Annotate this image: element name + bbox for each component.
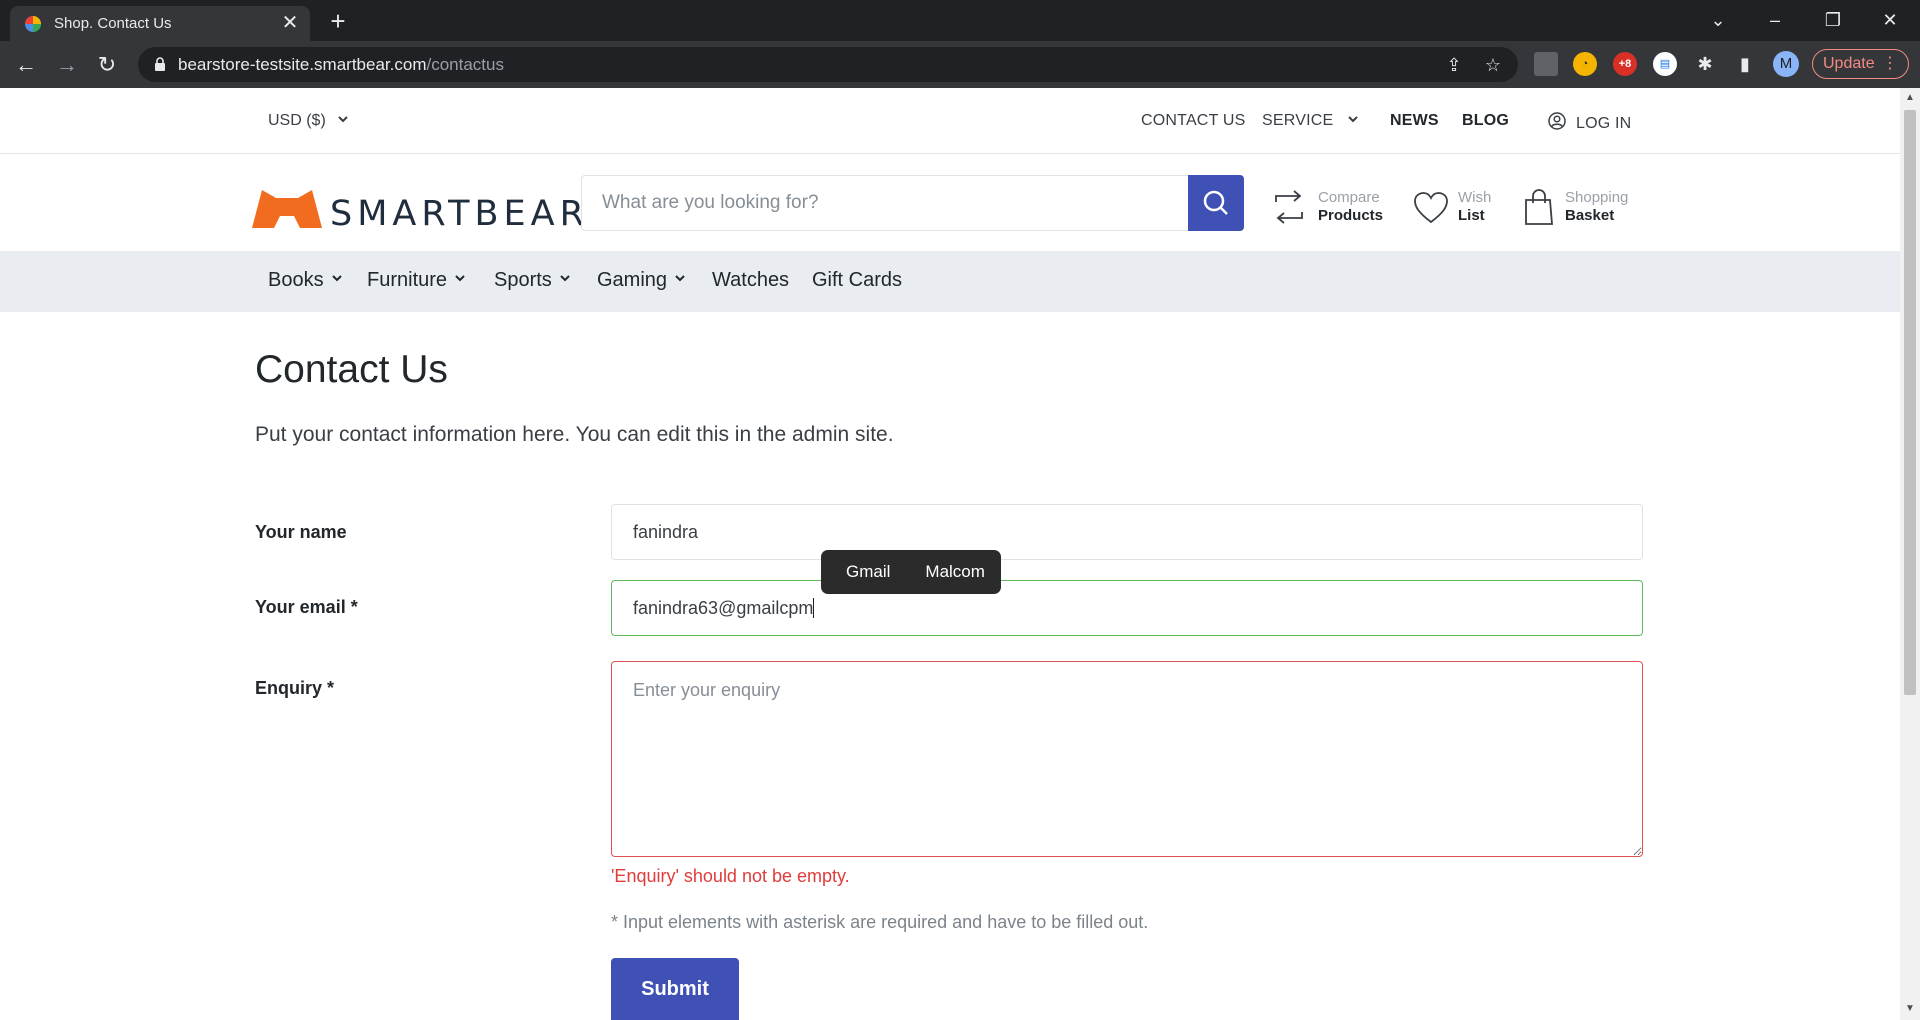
search-icon <box>1203 190 1228 215</box>
category-gaming[interactable]: Gaming <box>597 269 685 292</box>
extension-grid-icon[interactable] <box>1534 52 1558 76</box>
search-input[interactable] <box>581 175 1188 231</box>
smartbear-favicon-icon <box>25 16 41 32</box>
email-autocomplete-popup: Gmail Malcom <box>821 550 1001 594</box>
page-scrollbar[interactable]: ▲ ▼ <box>1900 88 1920 1020</box>
login-link[interactable]: LOG IN <box>1548 112 1631 133</box>
chevron-down-icon <box>331 275 342 282</box>
address-bar[interactable]: bearstore-testsite.smartbear.com/contact… <box>138 47 1518 82</box>
logo-wordmark: SMARTBEAR <box>330 194 589 234</box>
smartbear-logo[interactable]: SMARTBEAR <box>252 186 584 234</box>
new-tab-icon[interactable]: + <box>324 7 352 35</box>
compare-products-link[interactable]: Compare Products <box>1272 186 1402 230</box>
service-menu[interactable]: SERVICE <box>1262 112 1358 130</box>
chevron-down-icon <box>338 116 348 123</box>
scroll-down-arrow-icon[interactable]: ▼ <box>1905 1004 1915 1014</box>
extensions-puzzle-icon[interactable]: ✱ <box>1693 52 1717 76</box>
bookmark-star-icon[interactable]: ☆ <box>1480 52 1506 78</box>
autocomplete-option-gmail[interactable]: Gmail <box>821 550 909 594</box>
shopping-basket-link[interactable]: Shopping Basket <box>1523 186 1653 230</box>
chevron-down-icon <box>455 275 465 282</box>
email-label: Your email * <box>255 597 358 617</box>
browser-tab-active[interactable]: Shop. Contact Us ✕ <box>10 6 310 41</box>
search-button[interactable] <box>1188 175 1244 231</box>
required-fields-hint: * Input elements with asterisk are requi… <box>611 912 1149 932</box>
reload-icon[interactable]: ↻ <box>93 51 121 79</box>
compare-arrows-icon <box>1275 190 1303 224</box>
autocomplete-option-malcom[interactable]: Malcom <box>909 550 1004 594</box>
minimize-icon[interactable]: – <box>1755 6 1795 34</box>
side-panel-icon[interactable]: ▮ <box>1733 52 1757 76</box>
chevron-down-icon <box>675 275 685 282</box>
enquiry-label: Enquiry * <box>255 678 335 698</box>
contact-us-link[interactable]: CONTACT US <box>1141 112 1246 130</box>
email-input[interactable]: fanindra63@gmailcpm <box>611 580 1643 636</box>
text-caret <box>813 598 815 618</box>
close-window-icon[interactable]: ✕ <box>1870 6 1910 34</box>
category-books[interactable]: Books <box>268 269 342 292</box>
more-vertical-icon: ⋮ <box>1882 55 1898 72</box>
browser-tab-strip: Shop. Contact Us ✕ + ⌄ – ❐ ✕ <box>0 0 1920 41</box>
name-label: Your name <box>255 522 347 542</box>
wish-list-link[interactable]: Wish List <box>1413 186 1503 230</box>
update-button[interactable]: Update ⋮ <box>1812 49 1909 79</box>
news-link[interactable]: NEWS <box>1390 112 1439 130</box>
scroll-up-arrow-icon[interactable]: ▲ <box>1905 93 1915 103</box>
category-sports[interactable]: Sports <box>494 269 570 292</box>
share-icon[interactable]: ⇪ <box>1441 52 1467 78</box>
tab-title: Shop. Contact Us <box>54 15 172 32</box>
extension-red-icon[interactable]: +8 <box>1613 52 1637 76</box>
extension-docs-icon[interactable]: ▤ <box>1653 52 1677 76</box>
back-arrow-icon[interactable]: ← <box>12 51 40 79</box>
close-tab-icon[interactable]: ✕ <box>278 11 302 35</box>
category-furniture[interactable]: Furniture <box>367 269 465 292</box>
contact-intro-text: Put your contact information here. You c… <box>255 423 894 446</box>
scrollbar-thumb[interactable] <box>1904 110 1916 695</box>
page-title: Contact Us <box>255 348 448 391</box>
category-watches[interactable]: Watches <box>712 269 789 292</box>
profile-avatar[interactable]: M <box>1773 51 1799 77</box>
bear-logo-icon <box>252 190 322 228</box>
chevron-down-icon <box>1348 116 1358 123</box>
tab-search-chevron-icon[interactable]: ⌄ <box>1698 6 1738 34</box>
heart-icon <box>1414 192 1448 224</box>
restore-icon[interactable]: ❐ <box>1813 6 1853 34</box>
user-circle-icon <box>1548 112 1566 130</box>
extension-clock-icon[interactable]: ◔ <box>1573 52 1597 76</box>
enquiry-error-message: 'Enquiry' should not be empty. <box>611 866 850 886</box>
url-text: bearstore-testsite.smartbear.com/contact… <box>178 55 504 74</box>
utility-bar: USD ($) CONTACT US SERVICE NEWS BLOG LOG… <box>0 88 1900 154</box>
category-gift-cards[interactable]: Gift Cards <box>812 269 902 292</box>
lock-icon <box>155 57 165 71</box>
blog-link[interactable]: BLOG <box>1462 112 1509 130</box>
submit-button[interactable]: Submit <box>611 958 739 1020</box>
currency-selector[interactable]: USD ($) <box>268 112 348 130</box>
forward-arrow-icon[interactable]: → <box>53 51 81 79</box>
shopping-bag-icon <box>1525 189 1553 225</box>
browser-toolbar: ← → ↻ bearstore-testsite.smartbear.com/c… <box>0 41 1920 88</box>
enquiry-textarea[interactable] <box>611 661 1643 857</box>
page-viewport: USD ($) CONTACT US SERVICE NEWS BLOG LOG… <box>0 88 1900 1020</box>
category-nav: Books Furniture Sports Gaming Watches Gi… <box>0 251 1900 312</box>
name-input[interactable] <box>611 504 1643 560</box>
chevron-down-icon <box>560 275 570 282</box>
